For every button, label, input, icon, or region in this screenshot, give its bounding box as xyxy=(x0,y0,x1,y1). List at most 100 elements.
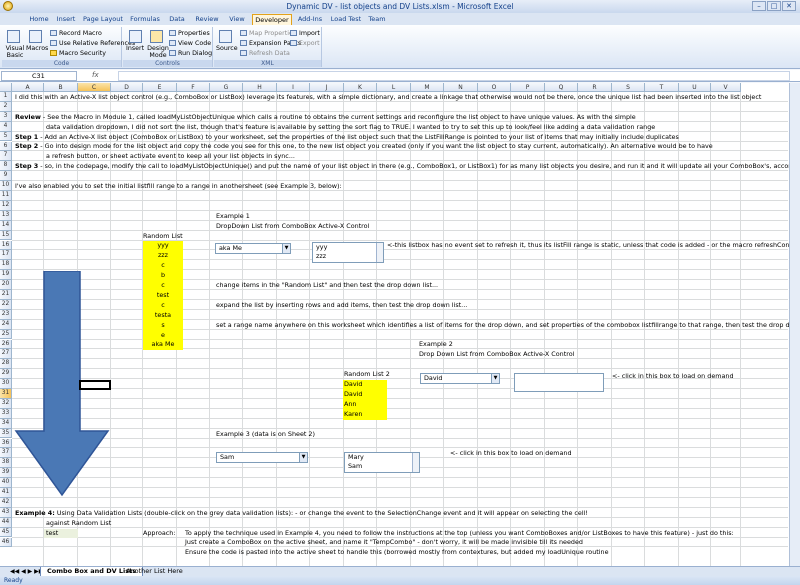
chevron-down-icon[interactable]: ▼ xyxy=(299,453,307,462)
visual-basic-button[interactable]: Visual Basic xyxy=(4,45,26,59)
function-icon[interactable]: fx xyxy=(92,71,106,81)
row-header[interactable]: 35 xyxy=(0,428,12,439)
row-header[interactable]: 28 xyxy=(0,359,12,370)
close-button[interactable]: ✕ xyxy=(782,1,796,11)
row-header[interactable]: 16 xyxy=(0,240,12,251)
example1-listbox[interactable]: yyy zzz xyxy=(312,242,384,263)
row-header[interactable]: 22 xyxy=(0,299,12,310)
chevron-down-icon[interactable]: ▼ xyxy=(282,244,290,253)
column-header[interactable]: T xyxy=(645,83,679,92)
listbox-scrollbar[interactable] xyxy=(412,453,419,472)
row-header[interactable]: 24 xyxy=(0,319,12,330)
column-header[interactable]: S xyxy=(612,83,645,92)
row-header[interactable]: 43 xyxy=(0,507,12,518)
example1-combobox[interactable]: aka Me ▼ xyxy=(215,243,291,254)
column-header[interactable]: U xyxy=(679,83,711,92)
row-header[interactable]: 13 xyxy=(0,210,12,221)
row-header[interactable]: 18 xyxy=(0,260,12,271)
row-header[interactable]: 45 xyxy=(0,527,12,538)
select-all-corner[interactable] xyxy=(0,83,12,92)
row-header[interactable]: 21 xyxy=(0,290,12,300)
listbox-item[interactable]: zzz xyxy=(316,252,383,261)
column-header[interactable]: L xyxy=(377,83,411,92)
example3-combobox[interactable]: Sam ▼ xyxy=(216,452,308,463)
tab-data[interactable]: Data xyxy=(166,14,188,25)
macros-button[interactable]: Macros xyxy=(26,45,48,52)
row-header[interactable]: 40 xyxy=(0,478,12,488)
view-code-button[interactable]: View Code xyxy=(169,40,211,47)
tab-insert[interactable]: Insert xyxy=(54,14,78,25)
row-header[interactable]: 14 xyxy=(0,220,12,231)
column-header[interactable]: Q xyxy=(545,83,578,92)
minimize-button[interactable]: – xyxy=(752,1,766,11)
listbox-item[interactable]: yyy xyxy=(316,243,383,252)
column-header[interactable]: O xyxy=(478,83,511,92)
row-header[interactable]: 4 xyxy=(0,121,12,132)
example2-listbox[interactable] xyxy=(514,373,604,392)
column-header[interactable]: D xyxy=(111,83,143,92)
tab-formulas[interactable]: Formulas xyxy=(128,14,162,25)
row-header[interactable]: 3 xyxy=(0,111,12,122)
column-header[interactable]: E xyxy=(143,83,177,92)
row-header[interactable]: 44 xyxy=(0,517,12,528)
selected-cell[interactable] xyxy=(79,380,111,390)
design-mode-button[interactable]: Design Mode xyxy=(145,45,171,59)
properties-button[interactable]: Properties xyxy=(169,30,210,37)
row-header[interactable]: 31 xyxy=(0,389,12,399)
row-header[interactable]: 7 xyxy=(0,151,12,162)
map-properties-button[interactable]: Map Properties xyxy=(240,30,296,37)
row-header[interactable]: 27 xyxy=(0,349,12,360)
tab-add-ins[interactable]: Add-Ins xyxy=(294,14,326,25)
row-header[interactable]: 12 xyxy=(0,200,12,211)
listbox-scrollbar[interactable] xyxy=(376,243,383,262)
column-header[interactable]: R xyxy=(578,83,612,92)
worksheet-grid[interactable]: A B C D E F G H I J K L M N O P Q R S T U V 1 2 3 4 5 6 7 8 9 10 11 12 13 1… xyxy=(0,83,800,566)
column-header[interactable]: J xyxy=(310,83,344,92)
source-icon[interactable] xyxy=(219,30,232,43)
column-header[interactable]: G xyxy=(210,83,243,92)
row-header[interactable]: 17 xyxy=(0,250,12,261)
row-header[interactable]: 32 xyxy=(0,398,12,409)
column-header[interactable]: N xyxy=(444,83,478,92)
row-header[interactable]: 11 xyxy=(0,191,12,201)
column-header[interactable]: M xyxy=(411,83,444,92)
visual-basic-icon[interactable] xyxy=(7,30,20,43)
column-header[interactable]: K xyxy=(344,83,377,92)
tab-review[interactable]: Review xyxy=(192,14,222,25)
tab-developer[interactable]: Developer xyxy=(252,14,292,25)
insert-control-icon[interactable] xyxy=(129,30,142,43)
row-header[interactable]: 8 xyxy=(0,161,12,172)
row-header[interactable]: 34 xyxy=(0,418,12,429)
macros-icon[interactable] xyxy=(29,30,42,43)
column-header[interactable]: B xyxy=(44,83,78,92)
row-header[interactable]: 19 xyxy=(0,270,12,281)
example3-listbox[interactable]: Mary Sam xyxy=(344,452,420,473)
row-header[interactable]: 38 xyxy=(0,458,12,469)
row-header[interactable]: 41 xyxy=(0,488,12,498)
row-header[interactable]: 25 xyxy=(0,329,12,340)
office-logo-icon[interactable] xyxy=(3,1,13,11)
import-button[interactable]: Import xyxy=(290,30,320,37)
tab-view[interactable]: View xyxy=(226,14,248,25)
row-header[interactable]: 39 xyxy=(0,468,12,479)
row-header[interactable]: 33 xyxy=(0,408,12,419)
column-header[interactable]: F xyxy=(177,83,210,92)
row-header[interactable]: 36 xyxy=(0,438,12,449)
row-header[interactable]: 6 xyxy=(0,141,12,152)
maximize-button[interactable]: □ xyxy=(767,1,781,11)
tab-team[interactable]: Team xyxy=(366,14,388,25)
record-macro-button[interactable]: Record Macro xyxy=(50,30,102,37)
row-header[interactable]: 23 xyxy=(0,309,12,320)
source-button[interactable]: Source xyxy=(216,45,238,52)
listbox-item[interactable]: Sam xyxy=(348,462,419,471)
design-mode-icon[interactable] xyxy=(150,30,163,43)
column-header[interactable]: I xyxy=(277,83,310,92)
row-header[interactable]: 15 xyxy=(0,230,12,241)
chevron-down-icon[interactable]: ▼ xyxy=(491,374,499,383)
row-header[interactable]: 1 xyxy=(0,92,12,102)
row-header[interactable]: 46 xyxy=(0,537,12,548)
formula-input[interactable] xyxy=(118,71,790,81)
tab-page-layout[interactable]: Page Layout xyxy=(82,14,124,25)
insert-control-button[interactable]: Insert xyxy=(126,45,144,52)
run-dialog-button[interactable]: Run Dialog xyxy=(169,50,212,57)
